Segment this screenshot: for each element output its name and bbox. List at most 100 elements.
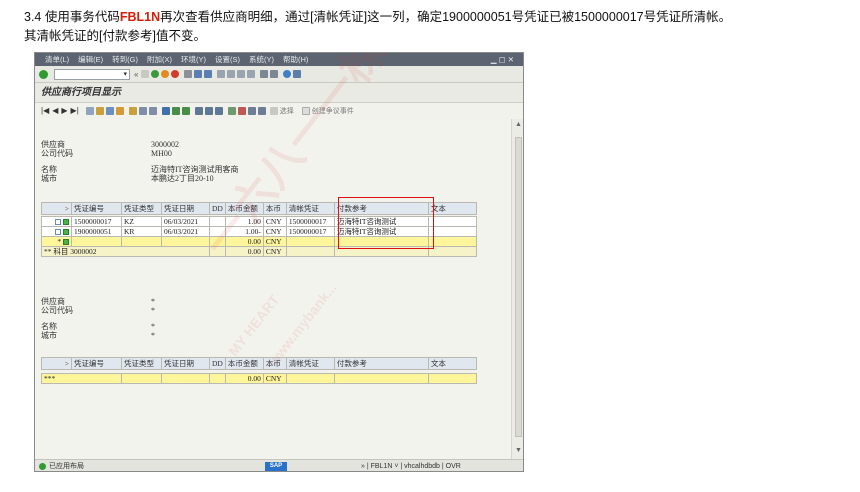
window-controls[interactable]: ▁ ▢ ✕ (491, 53, 514, 66)
glasses-icon[interactable] (85, 106, 94, 115)
select-icon[interactable] (269, 106, 278, 115)
grand-total-amount: 0.00 (224, 373, 264, 384)
doc-number-cell: 1900000051 (71, 226, 122, 237)
row-select-checkbox[interactable] (55, 219, 62, 226)
last-item-icon[interactable]: ▶| (71, 106, 79, 115)
info-icon[interactable] (138, 106, 147, 115)
layout-menu-icon[interactable] (293, 70, 302, 78)
col-doc-date[interactable]: 凭证日期 (161, 357, 210, 370)
mass-change-icon[interactable] (128, 106, 137, 115)
menu-item-help[interactable]: 帮助(H) (283, 53, 308, 66)
col-clearing-doc[interactable]: 清帐凭证 (285, 357, 335, 370)
shortcut-icon[interactable] (270, 70, 279, 78)
menu-item-edit[interactable]: 编辑(E) (78, 53, 103, 66)
col-select-header[interactable]: > (41, 357, 72, 370)
next-item-icon[interactable]: ▶ (61, 106, 67, 115)
menu-item-environment[interactable]: 环境(Y) (181, 53, 206, 66)
list-icon[interactable] (247, 106, 256, 115)
layout-icon[interactable] (214, 106, 223, 115)
total-marker: * (57, 237, 62, 246)
col-doc-date[interactable]: 凭证日期 (161, 202, 210, 215)
col-text[interactable]: 文本 (427, 357, 477, 370)
col-dd[interactable]: DD (209, 202, 226, 215)
command-field[interactable]: ▾ (54, 68, 130, 80)
back-icon[interactable] (151, 70, 160, 78)
select-button[interactable]: 选择 (280, 106, 294, 116)
col-doc-type[interactable]: 凭证类型 (121, 357, 162, 370)
display-icon[interactable] (105, 106, 114, 115)
save-icon[interactable] (141, 70, 150, 78)
col-currency[interactable]: 本币 (262, 202, 287, 215)
menu-item-settings[interactable]: 设置(S) (215, 53, 240, 66)
company-code-label: 公司代码 (41, 149, 73, 158)
line-items-table-2: > 凭证编号 凭证类型 凭证日期 DD 本币金额 本币 清帐凭证 付款参考 文本… (41, 357, 477, 384)
menu-item-goto[interactable]: 转到(G) (112, 53, 138, 66)
dispute-icon[interactable] (301, 106, 310, 115)
vertical-scrollbar[interactable]: ▲ ▼ (511, 119, 523, 459)
cleared-status-icon (63, 219, 69, 226)
enter-icon[interactable] (39, 69, 48, 79)
new-session-icon[interactable] (260, 70, 269, 78)
doc-type-cell: KZ (121, 216, 162, 227)
sap-logo: SAP (265, 462, 287, 471)
col-text[interactable]: 文本 (427, 202, 477, 215)
change-icon[interactable] (95, 106, 104, 115)
find-next-icon[interactable] (204, 70, 213, 78)
col-doc-number[interactable]: 凭证编号 (71, 357, 122, 370)
scroll-thumb[interactable] (515, 137, 522, 437)
last-page-icon[interactable] (247, 70, 256, 78)
chart-icon[interactable] (237, 106, 246, 115)
sort-desc-icon[interactable] (181, 106, 190, 115)
caption-line-2: 其清帐凭证的[付款参考]值不变。 (24, 29, 206, 43)
menu-item-system[interactable]: 系统(Y) (249, 53, 274, 66)
subtotal-icon[interactable] (204, 106, 213, 115)
dispute-button[interactable]: 创建争议事件 (312, 106, 354, 116)
system-info[interactable]: » | FBL1N ˅ | vhcalhdbdb | OVR (361, 460, 461, 471)
prev-item-icon[interactable]: ◀ (52, 106, 58, 115)
clearing-doc-cell: 1500000017 (285, 216, 335, 227)
menu-item-list[interactable]: 清单(L) (45, 53, 69, 66)
caption-tcode: FBL1N (119, 10, 161, 24)
col-clearing-doc[interactable]: 清帐凭证 (285, 202, 335, 215)
export-icon[interactable] (227, 106, 236, 115)
grand-total-currency: CNY (262, 373, 287, 384)
copy-icon[interactable] (148, 106, 157, 115)
print-icon[interactable] (184, 70, 193, 78)
prev-page-icon[interactable] (227, 70, 236, 78)
document-icon[interactable] (115, 106, 124, 115)
sum-icon[interactable] (194, 106, 203, 115)
next-page-icon[interactable] (237, 70, 246, 78)
total-currency: CNY (262, 236, 287, 247)
cancel-icon[interactable] (171, 70, 180, 78)
scroll-down-icon[interactable]: ▼ (515, 447, 522, 454)
back-arrows-icon[interactable]: « (134, 70, 138, 79)
cleared-status-icon (63, 229, 69, 236)
main-content: 供应商 3000002 公司代码 MH00 名称 迈海特IT咨询测试用客商 城市… (35, 53, 511, 459)
filter-icon[interactable] (161, 106, 170, 115)
subtotal-label: ** 科目 3000002 (41, 246, 210, 257)
sort-asc-icon[interactable] (171, 106, 180, 115)
find-icon[interactable] (194, 70, 203, 78)
menu-item-extras[interactable]: 附加(X) (147, 53, 172, 66)
scroll-up-icon[interactable]: ▲ (515, 121, 522, 128)
col-currency[interactable]: 本币 (262, 357, 287, 370)
col-dd[interactable]: DD (209, 357, 226, 370)
grand-total-marker: *** (41, 373, 122, 384)
col-select-header[interactable]: > (41, 202, 72, 215)
text-cell (427, 226, 477, 237)
exit-icon[interactable] (161, 70, 170, 78)
col-amount[interactable]: 本币金额 (224, 202, 264, 215)
first-page-icon[interactable] (217, 70, 226, 78)
col-payment-ref[interactable]: 付款参考 (333, 357, 429, 370)
col-doc-number[interactable]: 凭证编号 (71, 202, 122, 215)
first-item-icon[interactable]: |◀ (41, 106, 49, 115)
col-amount[interactable]: 本币金额 (224, 357, 264, 370)
grid-icon[interactable] (257, 106, 266, 115)
col-doc-type[interactable]: 凭证类型 (121, 202, 162, 215)
caption-prefix: 3.4 使用事务代码 (24, 10, 120, 24)
clearing-doc-cell: 1500000017 (285, 226, 335, 237)
row-select-checkbox[interactable] (55, 229, 62, 236)
help-icon[interactable] (283, 70, 292, 78)
status-message: 已应用布局 (39, 460, 84, 471)
table-header-row: > 凭证编号 凭证类型 凭证日期 DD 本币金额 本币 清帐凭证 付款参考 文本 (41, 357, 477, 370)
